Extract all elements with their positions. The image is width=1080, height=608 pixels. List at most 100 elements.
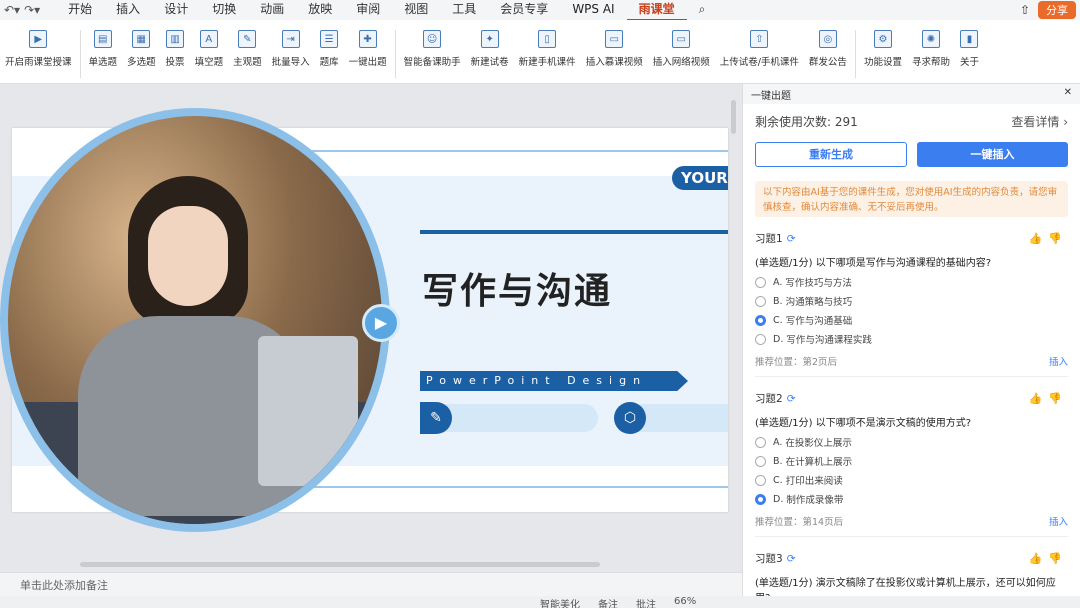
radio-button[interactable] bbox=[755, 295, 766, 307]
tab-insert[interactable]: 插入 bbox=[104, 0, 152, 21]
quick-access: ↶▾ ↷▾ bbox=[0, 3, 40, 17]
status-beautify[interactable]: 智能美化 bbox=[540, 596, 580, 608]
panel-header: 一键出题 ✕ bbox=[743, 84, 1080, 104]
option-c[interactable]: C. 打印出来阅读 bbox=[755, 474, 1068, 487]
ribbon-new-exam[interactable]: ✦ 新建试卷 bbox=[466, 30, 514, 68]
tab-slideshow[interactable]: 放映 bbox=[296, 0, 344, 21]
ribbon-help[interactable]: ✺ 寻求帮助 bbox=[907, 30, 955, 68]
question-1: 习题1 ⟳ 👍👎 (单选题/1分) 以下哪项是写作与沟通课程的基础内容? A. 写… bbox=[743, 231, 1080, 377]
ribbon-smart-assistant[interactable]: ☺ 智能备课助手 bbox=[399, 30, 466, 68]
slide-title[interactable]: 写作与沟通 bbox=[422, 262, 612, 314]
option-a[interactable]: A. 在投影仪上展示 bbox=[755, 436, 1068, 449]
usage-text: 剩余使用次数: 291 bbox=[755, 113, 858, 130]
ribbon-fill-blank[interactable]: A 填空题 bbox=[190, 30, 229, 68]
option-text: 在投影仪上展示 bbox=[785, 438, 852, 449]
refresh-icon[interactable]: ⟳ bbox=[787, 393, 796, 405]
tab-view[interactable]: 视图 bbox=[392, 0, 440, 21]
ribbon-vote[interactable]: ▥ 投票 bbox=[161, 30, 190, 68]
tab-transition[interactable]: 切换 bbox=[200, 0, 248, 21]
ribbon-batch-import[interactable]: ⇥ 批量导入 bbox=[267, 30, 315, 68]
horizontal-scrollbar[interactable] bbox=[80, 562, 600, 567]
feedback-icons[interactable]: 👍👎 bbox=[1029, 552, 1068, 565]
radio-button[interactable] bbox=[755, 276, 766, 288]
option-b[interactable]: B. 在计算机上展示 bbox=[755, 455, 1068, 468]
ribbon-single-choice[interactable]: ▤ 单选题 bbox=[84, 30, 123, 68]
share-button[interactable]: 分享 bbox=[1038, 1, 1076, 19]
ribbon-label: 填空题 bbox=[194, 57, 224, 68]
ribbon-start-class[interactable]: ▶ 开启雨课堂授课 bbox=[0, 30, 77, 68]
tab-review[interactable]: 审阅 bbox=[344, 0, 392, 21]
tab-home[interactable]: 开始 bbox=[56, 0, 104, 21]
tab-design[interactable]: 设计 bbox=[152, 0, 200, 21]
tab-yuketang[interactable]: 雨课堂 bbox=[626, 0, 687, 21]
notes-field[interactable]: 单击此处添加备注 bbox=[0, 572, 742, 596]
slide-badge[interactable]: YOUR bbox=[672, 166, 728, 190]
search-icon[interactable]: ⌕ bbox=[687, 0, 718, 21]
detail-link-label: 查看详情 bbox=[1011, 114, 1060, 129]
question-label: 习题3 bbox=[755, 553, 783, 565]
insert-link[interactable]: 插入 bbox=[1049, 354, 1068, 368]
status-notes[interactable]: 备注 bbox=[598, 596, 618, 608]
feedback-icons[interactable]: 👍👎 bbox=[1029, 232, 1068, 245]
panel-title: 一键出题 bbox=[751, 91, 791, 102]
refresh-icon[interactable]: ⟳ bbox=[787, 233, 796, 245]
option-text: 写作与沟通课程实践 bbox=[786, 335, 872, 346]
vertical-scrollbar[interactable] bbox=[731, 100, 736, 134]
option-a[interactable]: A. 写作技巧与方法 bbox=[755, 276, 1068, 289]
tab-animation[interactable]: 动画 bbox=[248, 0, 296, 21]
menu-bar: ↶▾ ↷▾ 开始 插入 设计 切换 动画 放映 审阅 视图 工具 会员专享 WP… bbox=[0, 0, 1080, 21]
ribbon-label: 新建手机课件 bbox=[518, 57, 576, 68]
import-icon: ⇥ bbox=[281, 30, 300, 48]
tab-member[interactable]: 会员专享 bbox=[488, 0, 560, 21]
undo-icon[interactable]: ↶▾ bbox=[4, 3, 20, 17]
regenerate-button[interactable]: 重新生成 bbox=[755, 142, 907, 167]
slide-photo[interactable] bbox=[0, 108, 390, 532]
ribbon-about[interactable]: ▮ 关于 bbox=[955, 30, 984, 68]
ribbon-mooc-video[interactable]: ▭ 插入慕课视频 bbox=[581, 30, 648, 68]
ribbon-label: 功能设置 bbox=[863, 57, 902, 68]
radio-button[interactable] bbox=[755, 474, 766, 486]
refresh-icon[interactable]: ⟳ bbox=[787, 553, 796, 565]
option-key: C. bbox=[773, 314, 783, 326]
option-b[interactable]: B. 沟通策略与技巧 bbox=[755, 295, 1068, 308]
question-2: 习题2 ⟳ 👍👎 (单选题/1分) 以下哪项不是演示文稿的使用方式? A. 在投影… bbox=[743, 391, 1080, 537]
option-text: 制作成录像带 bbox=[786, 495, 844, 506]
radio-button-selected[interactable] bbox=[755, 493, 766, 505]
tab-wps-ai[interactable]: WPS AI bbox=[560, 0, 626, 21]
usage-count: 291 bbox=[834, 114, 858, 129]
settings-icon: ⚙ bbox=[873, 30, 892, 48]
divider bbox=[854, 30, 856, 78]
divider bbox=[79, 30, 81, 78]
radio-button-selected[interactable] bbox=[755, 314, 766, 326]
ribbon-subjective[interactable]: ✎ 主观题 bbox=[228, 30, 267, 68]
mooc-video-icon: ▭ bbox=[605, 30, 624, 48]
ribbon-settings[interactable]: ⚙ 功能设置 bbox=[859, 30, 907, 68]
radio-button[interactable] bbox=[755, 436, 766, 448]
ribbon-question-bank[interactable]: ☰ 题库 bbox=[315, 30, 344, 68]
insert-link[interactable]: 插入 bbox=[1049, 514, 1068, 528]
redo-icon[interactable]: ↷▾ bbox=[24, 3, 40, 17]
ribbon-multi-choice[interactable]: ▦ 多选题 bbox=[122, 30, 161, 68]
tab-tools[interactable]: 工具 bbox=[440, 0, 488, 21]
ribbon-one-click-question[interactable]: ✚ 一键出题 bbox=[344, 30, 392, 68]
play-icon[interactable]: ▶ bbox=[362, 304, 400, 342]
option-c[interactable]: C. 写作与沟通基础 bbox=[755, 314, 1068, 327]
slide-banner[interactable]: PowerPoint Design bbox=[420, 371, 688, 391]
zoom-level[interactable]: 66% bbox=[674, 596, 696, 608]
question-panel: 一键出题 ✕ 剩余使用次数: 291 查看详情 › 重新生成 一键插入 以下内容… bbox=[742, 84, 1080, 596]
feedback-icons[interactable]: 👍👎 bbox=[1029, 392, 1068, 405]
close-icon[interactable]: ✕ bbox=[1064, 87, 1072, 101]
radio-button[interactable] bbox=[755, 455, 766, 467]
ribbon-new-mobile[interactable]: ▯ 新建手机课件 bbox=[514, 30, 581, 68]
ribbon-announce[interactable]: ◎ 群发公告 bbox=[804, 30, 852, 68]
option-d[interactable]: D. 制作成录像带 bbox=[755, 493, 1068, 506]
insert-all-button[interactable]: 一键插入 bbox=[917, 142, 1068, 167]
option-d[interactable]: D. 写作与沟通课程实践 bbox=[755, 333, 1068, 346]
status-comments[interactable]: 批注 bbox=[636, 596, 656, 608]
detail-link[interactable]: 查看详情 › bbox=[1011, 113, 1068, 130]
ribbon-upload[interactable]: ⇧ 上传试卷/手机课件 bbox=[715, 30, 804, 68]
upload-icon[interactable]: ⇧ bbox=[1020, 3, 1030, 17]
ribbon-web-video[interactable]: ▭ 插入网络视频 bbox=[648, 30, 715, 68]
radio-button[interactable] bbox=[755, 333, 766, 345]
divider bbox=[755, 536, 1068, 537]
